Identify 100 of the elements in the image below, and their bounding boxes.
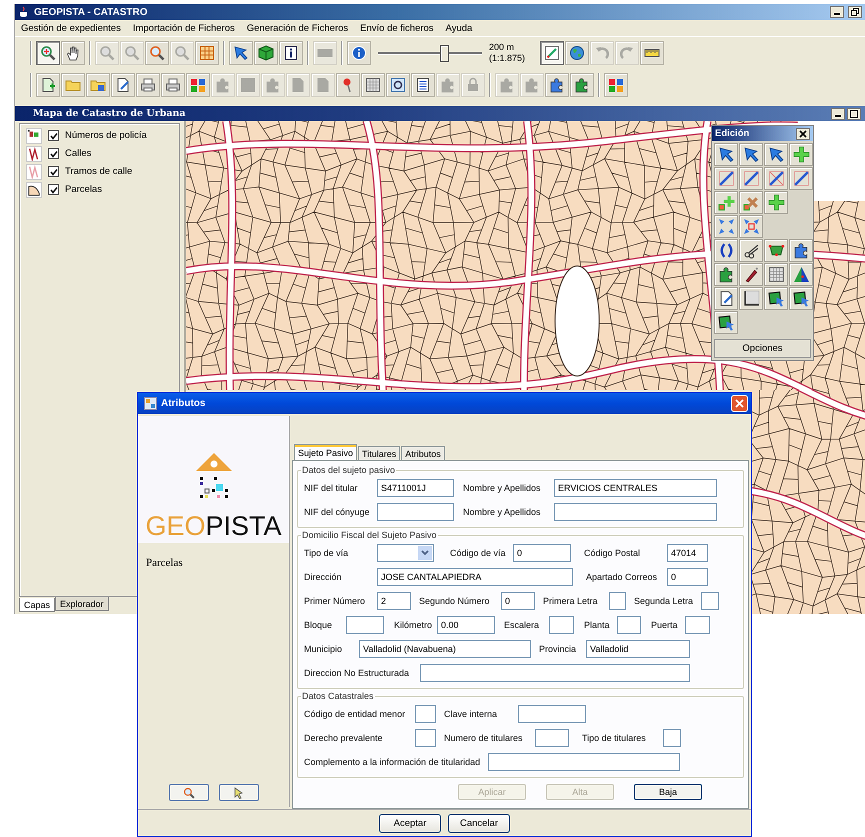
menu-item[interactable]: Ayuda xyxy=(446,22,472,34)
tool-button[interactable] xyxy=(764,167,788,190)
menu-item[interactable]: Envío de ficheros xyxy=(360,22,434,34)
tool-button[interactable] xyxy=(764,143,788,166)
panel-tab[interactable]: Explorador xyxy=(55,597,109,611)
tool-button[interactable] xyxy=(789,167,813,190)
text-field[interactable] xyxy=(617,616,641,634)
toolbar-button[interactable] xyxy=(254,41,278,65)
layer-name: Parcelas xyxy=(65,184,102,195)
checkbox[interactable] xyxy=(48,166,59,177)
text-field[interactable] xyxy=(701,592,719,610)
text-field[interactable] xyxy=(420,664,690,682)
tool-button[interactable] xyxy=(739,287,763,310)
checkbox[interactable] xyxy=(48,130,59,141)
minimize-button[interactable] xyxy=(831,108,845,120)
text-field[interactable]: JOSE CANTALAPIEDRA xyxy=(377,568,573,586)
field-label: Nombre y Apellidos xyxy=(463,482,542,492)
tool-button[interactable] xyxy=(789,263,813,286)
edit-document-icon xyxy=(115,77,131,93)
toolbar-button[interactable] xyxy=(111,73,135,97)
tool-button[interactable] xyxy=(789,239,813,262)
text-field[interactable]: S4711001J xyxy=(377,478,454,496)
toolbar-button[interactable] xyxy=(61,41,85,65)
options-button[interactable]: Opciones xyxy=(714,339,811,358)
dropdown-field[interactable] xyxy=(377,544,434,562)
search-button[interactable] xyxy=(168,784,208,801)
dialog-button[interactable]: Aceptar xyxy=(379,814,441,832)
field-label: Clave interna xyxy=(444,708,498,718)
menu-item[interactable]: Generación de Ficheros xyxy=(246,22,348,34)
text-field[interactable] xyxy=(549,616,574,634)
toolbar-button[interactable] xyxy=(161,73,185,97)
tool-button[interactable] xyxy=(739,239,763,262)
text-field[interactable]: Valladolid xyxy=(586,640,690,658)
text-field[interactable] xyxy=(685,616,710,634)
text-field[interactable]: 0 xyxy=(501,592,535,610)
minimize-icon xyxy=(835,114,841,116)
menu-item[interactable]: Importación de Ficheros xyxy=(132,22,235,34)
dialog-button[interactable]: Cancelar xyxy=(448,814,510,832)
tool-button[interactable] xyxy=(739,167,763,190)
text-field[interactable] xyxy=(346,616,384,634)
restore-button[interactable] xyxy=(848,6,862,18)
restore-icon xyxy=(851,8,859,16)
toolbar-button[interactable] xyxy=(411,73,435,97)
field-label: Primer Número xyxy=(304,596,366,606)
close-button[interactable] xyxy=(796,128,810,140)
text-field[interactable] xyxy=(518,704,586,722)
text-field[interactable]: 2 xyxy=(377,592,411,610)
list-icon xyxy=(415,77,431,93)
undo-icon xyxy=(594,45,610,61)
toolbar-button[interactable] xyxy=(640,41,664,65)
menu-item[interactable]: Gestión de expedientes xyxy=(21,22,121,34)
tool-button[interactable] xyxy=(789,287,813,310)
slider-thumb[interactable] xyxy=(440,44,449,62)
pointer-button[interactable] xyxy=(218,784,258,801)
checkbox[interactable] xyxy=(48,184,59,195)
tool-button[interactable] xyxy=(764,239,788,262)
tool-button[interactable] xyxy=(714,311,738,334)
toolbar-button[interactable] xyxy=(386,73,410,97)
text-field[interactable]: 0 xyxy=(667,568,708,586)
tab[interactable]: Sujeto Pasivo xyxy=(294,444,358,460)
text-field[interactable] xyxy=(415,728,436,746)
tool-button[interactable] xyxy=(714,143,738,166)
text-field[interactable] xyxy=(554,502,717,520)
text-field[interactable] xyxy=(609,592,626,610)
toolbar-button[interactable] xyxy=(229,41,253,65)
toolbar-button[interactable] xyxy=(145,41,169,65)
text-field[interactable]: 0 xyxy=(513,544,571,562)
toolbar-button[interactable] xyxy=(545,73,569,97)
tool-button[interactable] xyxy=(739,143,763,166)
redo-icon xyxy=(619,45,636,61)
text-field[interactable] xyxy=(535,728,569,746)
text-field[interactable]: 47014 xyxy=(667,544,708,562)
panel-tab[interactable]: Capas xyxy=(19,598,56,612)
tool-button[interactable] xyxy=(714,239,738,262)
tool-button[interactable] xyxy=(714,287,738,310)
toolbar-button[interactable] xyxy=(570,73,594,97)
toolbar-button[interactable] xyxy=(36,73,60,97)
toolbar-button[interactable] xyxy=(136,73,160,97)
tool-button[interactable] xyxy=(739,263,763,286)
tool-button[interactable] xyxy=(714,263,738,286)
minimize-button[interactable] xyxy=(830,6,844,18)
tab[interactable]: Titulares xyxy=(358,446,400,460)
text-field[interactable] xyxy=(377,502,454,520)
action-button[interactable]: Baja xyxy=(634,784,702,800)
text-field[interactable] xyxy=(663,728,681,746)
toolbar-button[interactable] xyxy=(279,41,303,65)
text-field[interactable] xyxy=(415,704,436,722)
checkbox[interactable] xyxy=(48,148,59,159)
tool-button[interactable] xyxy=(764,287,788,310)
tab[interactable]: Atributos xyxy=(401,446,445,460)
text-field[interactable]: ERVICIOS CENTRALES xyxy=(554,478,717,496)
text-field[interactable]: 0.00 xyxy=(437,616,495,634)
tool-button[interactable] xyxy=(714,167,738,190)
text-field[interactable]: Valladolid (Navabuena) xyxy=(359,640,531,658)
add-document-icon xyxy=(40,77,56,93)
toolbar-button[interactable] xyxy=(565,41,590,65)
maximize-button[interactable] xyxy=(847,108,861,120)
toolbar-button[interactable] xyxy=(361,73,385,97)
text-field[interactable] xyxy=(488,752,680,770)
toolbar-button[interactable] xyxy=(347,41,371,65)
